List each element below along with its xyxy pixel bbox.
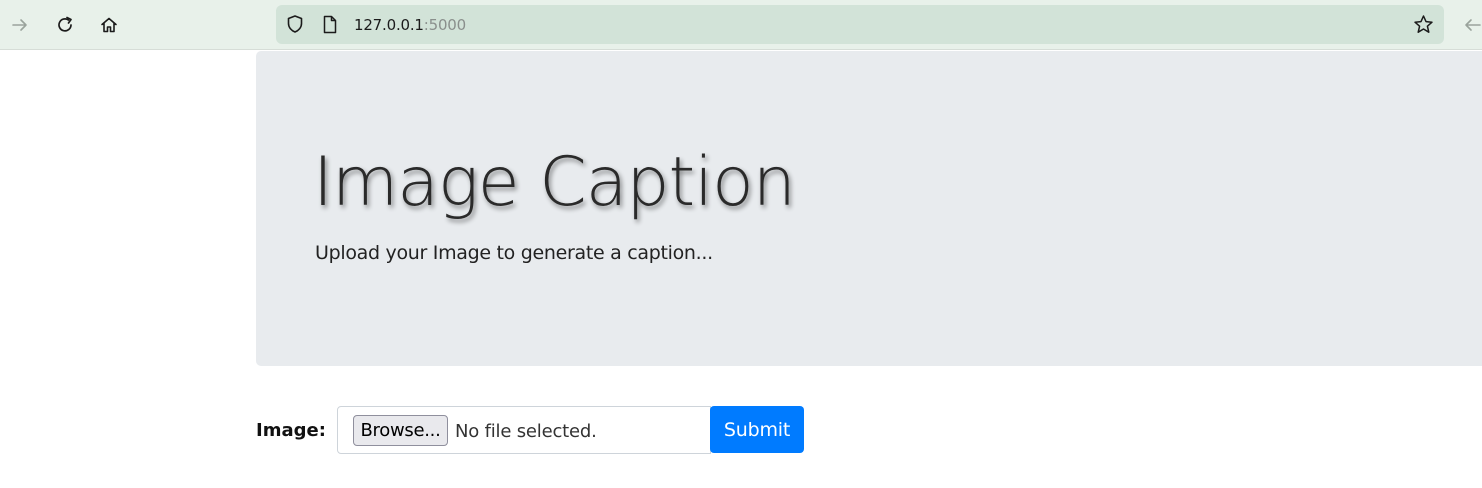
reload-icon (58, 16, 72, 32)
file-status-text: No file selected. (455, 421, 597, 442)
forward-button[interactable] (4, 9, 36, 41)
url-host: 127.0.0.1 (354, 16, 424, 34)
browse-button[interactable]: Browse... (353, 415, 448, 446)
browser-toolbar: 127.0.0.1:5000 (0, 0, 1482, 50)
image-label: Image: (256, 420, 326, 441)
hero-banner: Image Caption Upload your Image to gener… (256, 51, 1482, 366)
page-title: Image Caption (313, 143, 796, 222)
image-file-input[interactable]: Browse... No file selected. (337, 406, 711, 454)
submit-button[interactable]: Submit (710, 406, 804, 453)
shield-icon[interactable] (285, 14, 305, 34)
home-button[interactable] (93, 9, 125, 41)
url-text[interactable]: 127.0.0.1:5000 (354, 16, 466, 34)
reload-button[interactable] (49, 9, 81, 41)
url-port: :5000 (423, 16, 466, 34)
back-arrow-icon[interactable] (1460, 14, 1482, 36)
bookmark-star-icon[interactable] (1413, 14, 1434, 35)
address-bar[interactable]: 127.0.0.1:5000 (276, 5, 1444, 44)
home-icon (101, 17, 117, 33)
page-icon[interactable] (321, 15, 339, 34)
forward-arrow-icon (12, 19, 27, 31)
hero-subtitle: Upload your Image to generate a caption.… (315, 242, 713, 264)
